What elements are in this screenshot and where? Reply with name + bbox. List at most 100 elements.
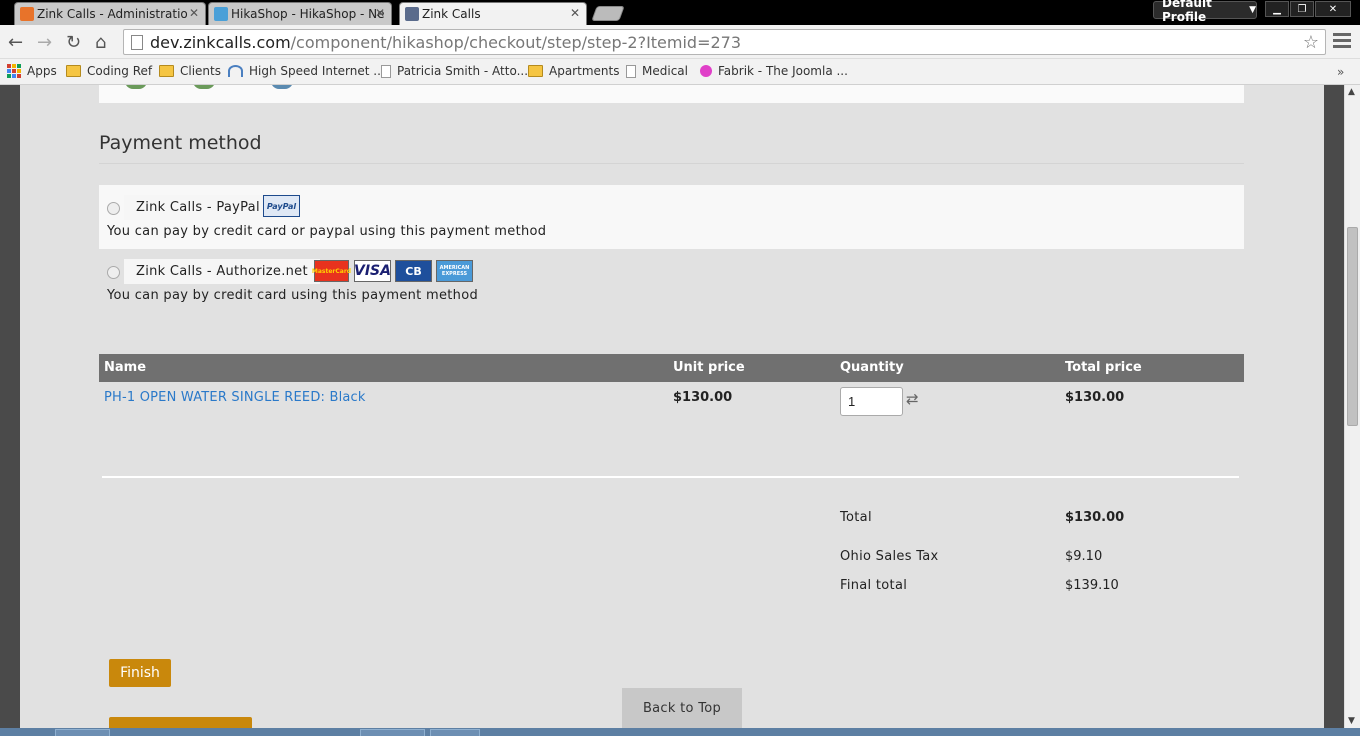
bookmark-clients[interactable]: Clients (159, 63, 221, 79)
folder-icon (159, 65, 174, 77)
scroll-down-icon[interactable]: ▼ (1348, 716, 1355, 726)
os-taskbar (0, 728, 1360, 736)
tab-title: Zink Calls - Administratio (37, 7, 188, 21)
divider (99, 163, 1244, 164)
home-icon[interactable]: ⌂ (95, 32, 106, 53)
cart-divider (102, 476, 1239, 478)
site-favicon-icon (405, 7, 419, 21)
bookmark-label: High Speed Internet ... (249, 64, 385, 78)
step-badge-icon (125, 85, 147, 89)
chrome-menu-icon[interactable] (1333, 33, 1351, 51)
total-value: $130.00 (1065, 510, 1125, 525)
product-link[interactable]: PH-1 OPEN WATER SINGLE REED: Black (104, 390, 366, 405)
hikashop-icon (214, 7, 228, 21)
page-icon (381, 64, 391, 78)
payment-option-paypal[interactable]: Zink Calls - PayPal PayPal You can pay b… (99, 185, 1244, 249)
tab-title: HikaShop - HikaShop - Ne (231, 7, 385, 21)
bookmark-apps[interactable]: Apps (7, 63, 57, 79)
page-icon (131, 35, 143, 50)
step-badge-icon (193, 85, 215, 89)
browser-tab-hikashop[interactable]: HikaShop - HikaShop - Ne ✕ (208, 2, 392, 25)
sales-tax-label: Ohio Sales Tax (840, 549, 939, 564)
amex-logo-icon: AMERICAN EXPRESS (436, 260, 473, 282)
scroll-up-icon[interactable]: ▲ (1348, 87, 1355, 97)
bookmark-apartments[interactable]: Apartments (528, 63, 619, 79)
bookmark-star-icon[interactable]: ☆ (1303, 32, 1319, 53)
back-to-top-button[interactable]: Back to Top (622, 688, 742, 728)
browser-tabstrip: Zink Calls - Administratio ✕ HikaShop - … (0, 0, 1360, 25)
checkout-page: Payment method Zink Calls - PayPal PayPa… (20, 85, 1324, 728)
column-header-total-price: Total price (1065, 360, 1142, 375)
profile-label: Default Profile (1162, 0, 1212, 24)
tab-title: Zink Calls (422, 7, 481, 21)
payment-description: You can pay by credit card using this pa… (107, 288, 479, 303)
back-arrow-icon[interactable]: ← (8, 32, 23, 53)
close-icon[interactable]: ✕ (375, 6, 385, 20)
forward-arrow-icon[interactable]: → (37, 32, 52, 53)
address-bar[interactable]: dev.zinkcalls.com/component/hikashop/che… (123, 29, 1326, 55)
scrollbar-thumb[interactable] (1347, 227, 1358, 426)
maximize-icon[interactable]: ❐ (1290, 1, 1314, 17)
payment-description: You can pay by credit card or paypal usi… (107, 224, 547, 239)
bookmark-high-speed-internet[interactable]: High Speed Internet ... (228, 63, 385, 79)
payment-method-title: Payment method (99, 132, 262, 154)
refresh-quantity-icon[interactable]: ⇄ (906, 390, 919, 408)
cb-logo-icon: CB (395, 260, 432, 282)
page-icon (626, 64, 636, 78)
total-price-value: $130.00 (1065, 390, 1125, 405)
page-viewport: Payment method Zink Calls - PayPal PayPa… (0, 85, 1344, 728)
payment-name: Zink Calls - Authorize.net (124, 259, 320, 284)
taskbar-item[interactable] (430, 729, 480, 736)
browser-toolbar: ← → ↻ ⌂ dev.zinkcalls.com/component/hika… (0, 25, 1360, 59)
authorize-net-radio[interactable] (107, 266, 120, 279)
bookmarks-bar: Apps Coding Ref Clients High Speed Inter… (0, 59, 1360, 85)
page-right-border (1324, 85, 1344, 728)
folder-icon (66, 65, 81, 77)
new-tab-button[interactable] (591, 6, 625, 21)
total-label: Total (840, 510, 872, 525)
close-icon[interactable]: ✕ (570, 6, 580, 20)
bookmark-coding-ref[interactable]: Coding Ref (66, 63, 152, 79)
finish-button[interactable]: Finish (109, 659, 171, 687)
browser-tab-zink-calls[interactable]: Zink Calls ✕ (399, 2, 587, 25)
final-total-label: Final total (840, 578, 908, 593)
bookmark-label: Medical (642, 64, 688, 78)
bookmark-medical[interactable]: Medical (626, 63, 688, 79)
bookmark-label: Patricia Smith - Atto... (397, 64, 529, 78)
taskbar-item[interactable] (360, 729, 425, 736)
payment-option-authorize-net[interactable]: Zink Calls - Authorize.net MasterCard VI… (99, 249, 1244, 313)
taskbar-item[interactable] (55, 729, 110, 736)
page-left-border (0, 85, 20, 728)
bookmarks-overflow-button[interactable]: » (1337, 65, 1344, 79)
page-scrollbar[interactable]: ▲ ▼ (1344, 85, 1360, 728)
unit-price-value: $130.00 (673, 390, 733, 405)
chevron-down-icon: ▼ (1249, 5, 1256, 15)
bookmark-label: Apartments (549, 64, 620, 78)
column-header-name: Name (104, 360, 147, 375)
close-window-icon[interactable]: ✕ (1315, 1, 1351, 17)
profile-menu-button[interactable]: Default Profile ▼ (1153, 0, 1257, 24)
apps-grid-icon (7, 64, 21, 78)
step-badge-icon (271, 85, 293, 89)
bookmark-fabrik[interactable]: Fabrik - The Joomla ... (700, 63, 848, 79)
joomla-icon (20, 7, 34, 21)
cart-table-header: Name Unit price Quantity Total price (99, 354, 1244, 382)
url-path: /component/hikashop/checkout/step/step-2… (290, 32, 742, 52)
paypal-radio[interactable] (107, 202, 120, 215)
secondary-action-button[interactable] (109, 717, 252, 728)
browser-tab-zink-admin[interactable]: Zink Calls - Administratio ✕ (14, 2, 206, 25)
column-header-quantity: Quantity (840, 360, 904, 375)
minimize-icon[interactable]: ▁ (1265, 1, 1289, 17)
folder-icon (528, 65, 543, 77)
final-total-value: $139.10 (1065, 578, 1119, 593)
paypal-logo-icon: PayPal (263, 195, 300, 217)
quantity-input[interactable] (840, 387, 903, 416)
fabrik-icon (700, 65, 712, 77)
sales-tax-value: $9.10 (1065, 549, 1103, 564)
reload-icon[interactable]: ↻ (66, 32, 81, 53)
wifi-icon (228, 65, 243, 77)
bookmark-patricia-smith[interactable]: Patricia Smith - Atto... (381, 63, 528, 79)
previous-step-card (99, 85, 1244, 103)
close-icon[interactable]: ✕ (189, 6, 199, 20)
url-host: dev.zinkcalls.com (150, 32, 291, 52)
